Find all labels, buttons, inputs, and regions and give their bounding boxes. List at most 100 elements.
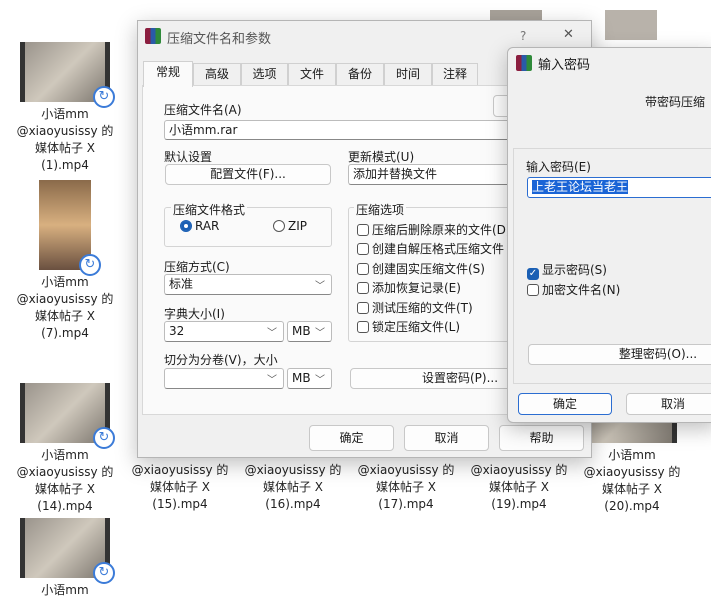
file-label: @xiaoyusissy 的 (583, 465, 681, 479)
help-button[interactable]: 帮助 (499, 425, 584, 451)
checkbox-icon (527, 284, 539, 296)
option-sfx[interactable]: 创建自解压格式压缩文件 (357, 240, 504, 257)
organize-passwords-button[interactable]: 整理密码(O)... (528, 344, 711, 365)
dialog-title: 压缩文件名和参数 (167, 32, 272, 47)
file-item[interactable]: ↻ 小语mm (9, 518, 121, 599)
file-label: (19).mp4 (491, 497, 547, 511)
format-label: 压缩文件格式 (171, 201, 248, 218)
file-label: 媒体帖子 X (488, 480, 550, 494)
winrar-icon (516, 55, 532, 71)
archive-name-label: 压缩文件名(A) (164, 103, 242, 117)
video-thumbnail: ↻ (20, 518, 115, 584)
file-label: 媒体帖子 X (34, 309, 96, 323)
radio-selected-icon (180, 220, 192, 232)
file-label: 小语mm (41, 107, 89, 121)
option-lock[interactable]: 锁定压缩文件(L) (357, 318, 460, 335)
file-item[interactable]: ↻ 小语mm @xiaoyusissy 的媒体帖子 X (14).mp4 (9, 383, 121, 515)
password-label: 输入密码(E) (526, 160, 591, 174)
file-label: (14).mp4 (37, 499, 93, 513)
sync-icon: ↻ (93, 562, 115, 584)
winrar-icon (145, 28, 161, 44)
file-item[interactable]: ↻ 小语mm @xiaoyusissy 的媒体帖子 X (7).mp4 (9, 180, 121, 342)
file-label: 小语mm (41, 448, 89, 462)
file-label: 媒体帖子 X (601, 482, 663, 496)
tab-files[interactable]: 文件 (288, 63, 336, 85)
file-label: (15).mp4 (152, 497, 208, 511)
show-password-checkbox[interactable]: ✓ 显示密码(S) (527, 261, 607, 280)
close-icon[interactable]: ✕ (563, 27, 574, 42)
password-input[interactable]: 上老王论坛当老王 (527, 177, 711, 198)
file-label: @xiaoyusissy 的 (131, 463, 229, 477)
split-unit-select[interactable]: MB ﹀ (287, 368, 332, 389)
update-mode-label: 更新模式(U) (348, 150, 415, 164)
file-label: @xiaoyusissy 的 (16, 124, 114, 138)
tab-advanced[interactable]: 高级 (193, 63, 241, 85)
ok-button[interactable]: 确定 (309, 425, 394, 451)
help-icon[interactable]: ? (520, 29, 526, 43)
checkbox-icon (357, 321, 369, 333)
format-rar-radio[interactable]: RAR (180, 219, 219, 233)
cancel-button[interactable]: 取消 (626, 393, 711, 415)
radio-icon (273, 220, 285, 232)
sync-icon: ↻ (79, 254, 101, 276)
file-label: 小语mm (41, 583, 89, 597)
file-label: 小语mm (608, 448, 656, 462)
dialog-title: 输入密码 (538, 58, 591, 73)
video-thumbnail: ↻ (20, 383, 115, 449)
tab-comment[interactable]: 注释 (432, 63, 478, 85)
file-label: (7).mp4 (41, 326, 89, 340)
file-label: 小语mm (41, 275, 89, 289)
chevron-down-icon: ﹀ (315, 281, 325, 292)
file-label: 媒体帖子 X (34, 482, 96, 496)
tab-options[interactable]: 选项 (241, 63, 288, 85)
file-label: 媒体帖子 X (262, 480, 324, 494)
dict-size-select[interactable]: 32 ﹀ (164, 321, 284, 342)
file-label: 媒体帖子 X (34, 141, 96, 155)
split-size-select[interactable]: ﹀ (164, 368, 284, 389)
file-label: @xiaoyusissy 的 (244, 463, 342, 477)
set-password-button[interactable]: 设置密码(P)... (350, 368, 530, 389)
tab-backup[interactable]: 备份 (336, 63, 384, 85)
option-recovery[interactable]: 添加恢复记录(E) (357, 279, 461, 296)
file-label: (20).mp4 (604, 499, 660, 513)
file-label: @xiaoyusissy 的 (357, 463, 455, 477)
dict-unit-select[interactable]: MB ﹀ (287, 321, 332, 342)
checkbox-icon (357, 243, 369, 255)
dict-size-label: 字典大小(I) (164, 307, 225, 321)
archive-name-input[interactable]: 小语mm.rar (164, 120, 514, 140)
file-label: @xiaoyusissy 的 (16, 465, 114, 479)
ok-button[interactable]: 确定 (518, 393, 612, 415)
format-zip-radio[interactable]: ZIP (273, 219, 307, 233)
profiles-button[interactable]: 配置文件(F)... (165, 164, 331, 185)
default-settings-label: 默认设置 (164, 150, 213, 164)
cancel-button[interactable]: 取消 (404, 425, 489, 451)
tab-time[interactable]: 时间 (384, 63, 432, 85)
sync-icon: ↻ (93, 86, 115, 108)
tab-general[interactable]: 常规 (143, 61, 193, 87)
option-test[interactable]: 测试压缩的文件(T) (357, 299, 473, 316)
file-item[interactable]: ↻ 小语mm @xiaoyusissy 的媒体帖子 X (1).mp4 (9, 42, 121, 174)
dialog-subtitle: 带密码压缩 (645, 95, 706, 109)
file-label: (17).mp4 (378, 497, 434, 511)
password-dialog: 输入密码 带密码压缩 输入密码(E) 上老王论坛当老王 ✓ 显示密码(S) 加密文… (507, 47, 711, 423)
update-mode-select[interactable]: 添加并替换文件 (348, 164, 518, 185)
file-label: @xiaoyusissy 的 (16, 292, 114, 306)
split-label: 切分为分卷(V)，大小 (164, 353, 278, 367)
option-delete-after[interactable]: 压缩后删除原来的文件(D) (357, 221, 511, 238)
checkbox-icon (357, 263, 369, 275)
file-label: 媒体帖子 X (375, 480, 437, 494)
options-label: 压缩选项 (354, 201, 407, 218)
method-label: 压缩方式(C) (164, 260, 230, 274)
sync-icon: ↻ (93, 427, 115, 449)
checkbox-icon (357, 224, 369, 236)
encrypt-names-checkbox[interactable]: 加密文件名(N) (527, 281, 620, 298)
checkbox-icon (357, 302, 369, 314)
checkbox-checked-icon: ✓ (527, 268, 539, 280)
partial-thumbnail[interactable] (605, 10, 657, 40)
chevron-down-icon: ﹀ (315, 328, 325, 339)
method-select[interactable]: 标准 ﹀ (164, 274, 332, 295)
checkbox-icon (357, 282, 369, 294)
option-solid[interactable]: 创建固实压缩文件(S) (357, 260, 485, 277)
file-label: @xiaoyusissy 的 (470, 463, 568, 477)
chevron-down-icon: ﹀ (267, 328, 277, 339)
